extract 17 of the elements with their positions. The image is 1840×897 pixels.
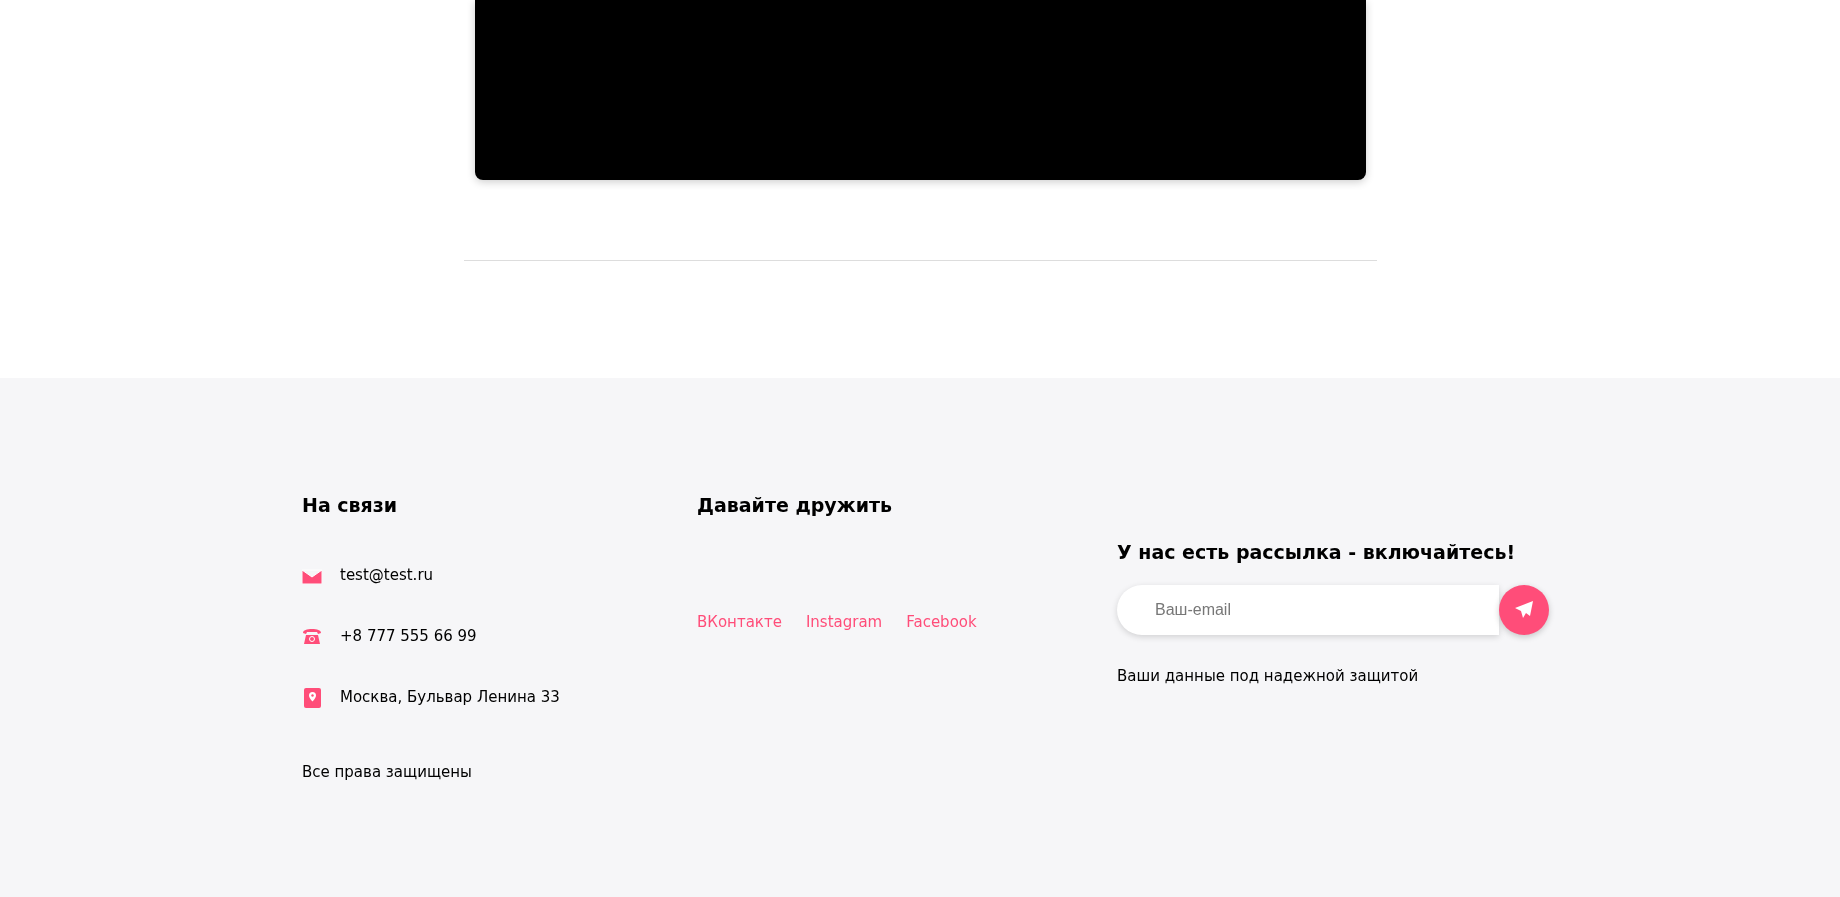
map-pin-icon <box>303 687 321 708</box>
paper-plane-icon <box>1514 600 1534 620</box>
social-link[interactable]: ВКонтакте <box>697 611 782 634</box>
section-heading: У нас есть рассылка - включайтесь! <box>1117 540 1517 565</box>
contact-text: test@test.ru <box>340 565 434 587</box>
social-link[interactable]: Instagram <box>805 611 883 634</box>
privacy-note: Ваши данные под надежной защитой <box>1117 666 1420 687</box>
section-heading: На связи <box>302 493 399 518</box>
section-heading: Давайте дружить <box>697 493 893 518</box>
contact-text: +8 777 555 66 99 <box>340 626 477 648</box>
contact-text: Москва, Бульвар Ленина 33 <box>340 687 560 709</box>
social-link[interactable]: Facebook <box>906 611 977 634</box>
email-field[interactable]: Ваш-email <box>1117 585 1499 635</box>
copyright-text: Все права защищены <box>302 762 473 783</box>
envelope-icon <box>302 567 322 584</box>
phone-icon <box>302 628 322 645</box>
send-button[interactable] <box>1499 585 1549 635</box>
